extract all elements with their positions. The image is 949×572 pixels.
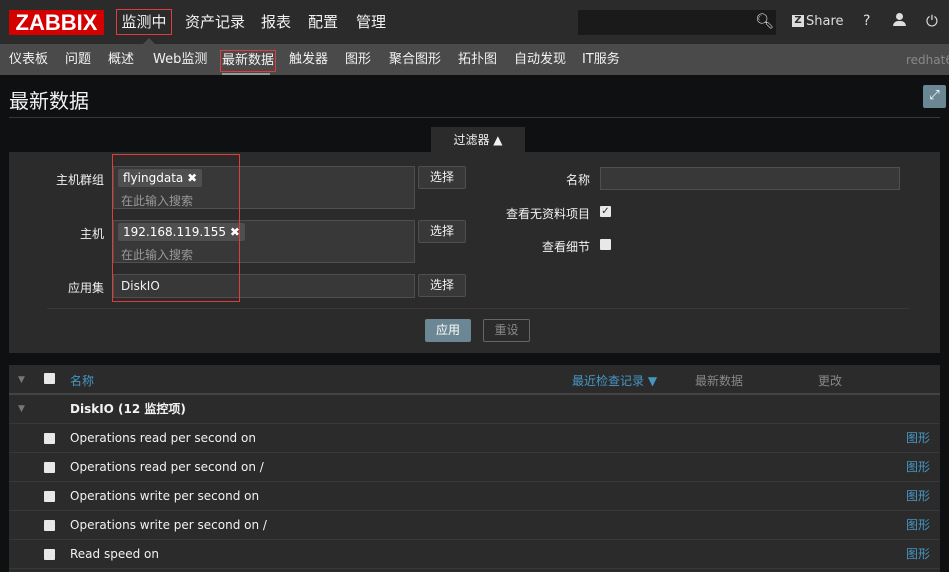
table-header	[9, 365, 940, 395]
logout-icon[interactable]: ⏻	[926, 12, 938, 30]
group-name: DiskIO (12 监控项)	[70, 402, 186, 416]
subnav-discovery[interactable]: 自动发现	[514, 52, 566, 70]
divider	[47, 308, 909, 309]
divider	[9, 117, 940, 118]
nav-reports[interactable]: 报表	[261, 10, 291, 34]
subnav-graphs[interactable]: 图形	[345, 52, 371, 70]
column-last-check[interactable]: 最近检查记录 ▼	[572, 372, 657, 389]
host-groups-label: 主机群组	[55, 173, 104, 187]
reset-button[interactable]: 重设	[483, 319, 530, 342]
collapse-all-icon[interactable]: ▼	[18, 375, 25, 385]
server-name: redhat6	[906, 53, 949, 67]
item-name: Operations write per second on /	[70, 518, 267, 532]
nav-monitoring[interactable]: 监测中	[116, 9, 172, 35]
highlight-box	[112, 154, 240, 302]
show-without-data-label: 查看无资料项目	[505, 207, 590, 221]
select-all-checkbox[interactable]	[44, 373, 55, 384]
row-checkbox[interactable]	[44, 462, 55, 473]
graph-link[interactable]: 图形	[906, 424, 930, 452]
row-checkbox[interactable]	[44, 549, 55, 560]
row-checkbox[interactable]	[44, 491, 55, 502]
zabbix-logo[interactable]: ZABBIX	[9, 10, 104, 35]
select-hosts-button[interactable]: 选择	[418, 220, 466, 243]
show-without-data-checkbox[interactable]: ✓	[600, 206, 611, 217]
column-change: 更改	[818, 374, 843, 388]
graph-link[interactable]: 图形	[906, 482, 930, 510]
subnav-maps[interactable]: 拓扑图	[458, 52, 497, 70]
application-label: 应用集	[67, 281, 104, 295]
user-profile-icon[interactable]	[893, 13, 906, 26]
subnav-web[interactable]: Web监测	[153, 52, 207, 70]
collapse-group-icon[interactable]: ▼	[18, 404, 25, 414]
subnav-screens[interactable]: 聚合图形	[389, 52, 441, 70]
select-application-button[interactable]: 选择	[418, 274, 466, 297]
subnav-overview[interactable]: 概述	[108, 52, 134, 70]
row-checkbox[interactable]	[44, 520, 55, 531]
search-input[interactable]	[578, 10, 776, 35]
apply-button[interactable]: 应用	[425, 319, 471, 342]
subnav-it-services[interactable]: IT服务	[582, 52, 620, 70]
show-details-checkbox[interactable]	[600, 239, 611, 250]
fullscreen-icon[interactable]: ⤢	[923, 85, 946, 108]
subnav-dashboard[interactable]: 仪表板	[9, 52, 48, 70]
subnav-problems[interactable]: 问题	[65, 52, 91, 70]
subnav-triggers[interactable]: 触发器	[289, 52, 328, 70]
item-name: Operations write per second on	[70, 489, 260, 503]
page-title: 最新数据	[9, 89, 89, 113]
item-name: Read speed on	[70, 547, 159, 561]
search-icon[interactable]: 🔍︎	[755, 12, 774, 30]
graph-link[interactable]: 图形	[906, 540, 930, 568]
nav-configuration[interactable]: 配置	[308, 10, 338, 34]
active-subnav-underline	[222, 73, 270, 75]
row-checkbox[interactable]	[44, 433, 55, 444]
hosts-label: 主机	[79, 227, 104, 241]
nav-inventory[interactable]: 资产记录	[185, 10, 245, 34]
share-link[interactable]: Share	[806, 14, 844, 29]
name-label: 名称	[565, 173, 590, 187]
show-details-label: 查看细节	[541, 240, 590, 254]
column-name[interactable]: 名称	[70, 372, 94, 389]
column-last-value: 最新数据	[695, 374, 744, 388]
subnav-latest-data[interactable]: 最新数据	[220, 50, 277, 72]
select-host-groups-button[interactable]: 选择	[418, 166, 466, 189]
nav-administration[interactable]: 管理	[356, 10, 386, 34]
item-name: Operations read per second on	[70, 431, 256, 445]
filter-tab[interactable]: 过滤器 ▲	[431, 127, 525, 153]
share-icon: Z	[792, 15, 804, 27]
graph-link[interactable]: 图形	[906, 511, 930, 539]
item-name: Operations read per second on /	[70, 460, 264, 474]
help-icon[interactable]: ?	[863, 13, 870, 29]
name-input[interactable]	[600, 167, 900, 190]
graph-link[interactable]: 图形	[906, 453, 930, 481]
